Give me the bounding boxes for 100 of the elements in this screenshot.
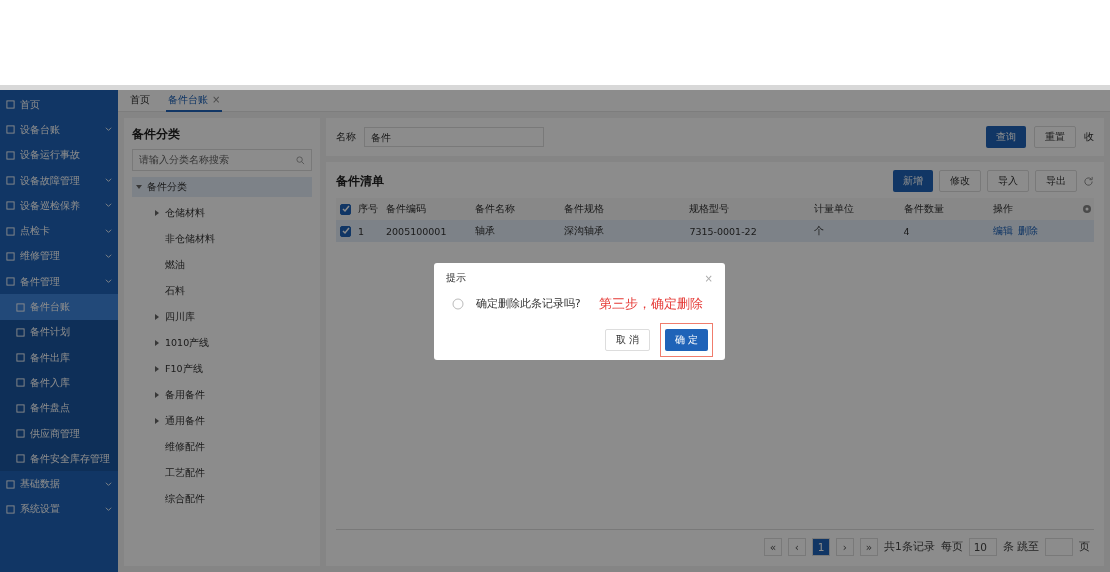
toolbar-button[interactable]: 新增: [893, 170, 933, 192]
sidebar-subitem[interactable]: 供应商管理: [0, 420, 118, 447]
table-cell: 个: [810, 220, 900, 242]
tree-item[interactable]: 非仓储材料: [132, 229, 312, 249]
sidebar-item[interactable]: 设备故障管理: [0, 167, 118, 194]
menu-item-icon: [16, 353, 25, 363]
menu-item-icon: [6, 100, 15, 110]
column-header: 备件名称: [471, 198, 561, 220]
cancel-button[interactable]: 取 消: [604, 329, 650, 351]
checkbox[interactable]: [340, 203, 351, 215]
table-cell: 4: [899, 220, 989, 242]
sidebar-subitem[interactable]: 备件计划: [0, 319, 118, 345]
menu-item-icon: [6, 277, 15, 287]
column-header: 备件编码: [382, 198, 472, 220]
sidebar-item[interactable]: 点检卡: [0, 218, 118, 244]
table-cell: 7315-0001-22: [685, 220, 811, 242]
menu-item-icon: [16, 327, 25, 337]
last-page-button[interactable]: »: [859, 538, 878, 556]
sidebar-item[interactable]: 系统设置: [0, 496, 118, 523]
action-link[interactable]: 删除: [1017, 224, 1038, 238]
checkbox[interactable]: [340, 225, 351, 237]
sidebar-item[interactable]: 基础数据: [0, 471, 118, 497]
tree-item[interactable]: 仓储材料: [132, 203, 312, 223]
tree-item[interactable]: F10产线: [132, 359, 312, 379]
next-page-button[interactable]: ›: [835, 538, 854, 556]
filter-button[interactable]: 查询: [986, 126, 1026, 148]
toolbar-button[interactable]: 导入: [987, 170, 1029, 192]
field-label: 名称: [336, 130, 356, 144]
menu-item-icon: [6, 201, 15, 211]
tab[interactable]: 备件台账 ×: [166, 89, 223, 112]
tree-item[interactable]: 备件分类: [132, 177, 312, 197]
menu-item-icon: [16, 378, 25, 388]
column-header: 备件数量: [899, 198, 989, 220]
panel-title: 备件分类: [132, 126, 181, 143]
tree-item[interactable]: 综合配件: [132, 489, 312, 509]
menu-item-icon: [16, 429, 25, 438]
confirm-button[interactable]: 确 定: [664, 329, 708, 351]
column-header: 序号: [354, 198, 382, 220]
menu-item-icon: [16, 302, 25, 312]
name-field[interactable]: 备件: [364, 127, 544, 147]
close-button[interactable]: ×: [704, 272, 713, 284]
tree-item[interactable]: 四川库: [132, 307, 312, 327]
tree-item[interactable]: 石料: [132, 281, 312, 301]
search-field[interactable]: 请输入分类名称搜索: [132, 149, 312, 171]
table-cell: 深沟轴承: [560, 220, 686, 242]
column-header: 操作: [988, 198, 1078, 220]
annotation-text: 第三步，确定删除: [599, 295, 703, 313]
tree-item[interactable]: 1010产线: [132, 333, 312, 353]
tree-item[interactable]: 通用备件: [132, 411, 312, 431]
tree-item[interactable]: 工艺配件: [132, 463, 312, 483]
column-header: 规格型号: [685, 198, 811, 220]
page-size-field[interactable]: 10: [968, 538, 997, 556]
jump-label: 条 跳至: [1002, 540, 1039, 554]
tree-item[interactable]: 备用备件: [132, 385, 312, 405]
page-button[interactable]: 1: [811, 538, 830, 556]
menu-item-icon: [6, 479, 15, 489]
collapse-link[interactable]: 收: [1084, 130, 1094, 144]
dialog-title: 提示: [446, 271, 466, 285]
sidebar-item[interactable]: 首页: [0, 92, 118, 118]
toolbar-button[interactable]: 修改: [939, 170, 981, 192]
table-cell: 轴承: [471, 220, 561, 242]
close-tab-button[interactable]: ×: [212, 93, 221, 105]
menu-item-icon: [6, 176, 15, 186]
dialog-message: 确定删除此条记录吗?: [476, 297, 581, 311]
tree-item[interactable]: 燃油: [132, 255, 312, 275]
tree-item[interactable]: 维修配件: [132, 437, 312, 457]
total-count: 共1条记录: [883, 540, 935, 554]
menu-item-icon: [6, 150, 15, 160]
sidebar-subitem[interactable]: 备件出库: [0, 344, 118, 371]
prev-page-button[interactable]: ‹: [787, 538, 806, 556]
menu-item-icon: [16, 403, 25, 413]
warning-icon: [452, 298, 464, 310]
search-icon: [296, 155, 305, 165]
column-header: 备件规格: [560, 198, 686, 220]
menu-item-icon: [6, 125, 15, 135]
sidebar-item[interactable]: 设备巡检保养: [0, 193, 118, 219]
tab[interactable]: 首页: [128, 89, 152, 112]
menu-item-icon: [6, 504, 15, 514]
refresh-icon[interactable]: [1083, 175, 1094, 187]
first-page-button[interactable]: «: [763, 538, 782, 556]
sidebar-item[interactable]: 设备台账: [0, 117, 118, 143]
settings-icon[interactable]: [1082, 204, 1092, 214]
table-title: 备件清单: [336, 172, 384, 190]
table-cell: 2005100001: [382, 220, 472, 242]
page-suffix: 页: [1079, 540, 1090, 554]
menu-item-icon: [6, 251, 15, 261]
sidebar-subitem[interactable]: 备件盘点: [0, 395, 118, 421]
column-header: 计量单位: [810, 198, 900, 220]
sidebar-item[interactable]: 维修管理: [0, 243, 118, 270]
sidebar-item[interactable]: 设备运行事故: [0, 142, 118, 168]
per-page-label: 每页: [940, 540, 963, 554]
action-link[interactable]: 编辑: [992, 224, 1013, 238]
sidebar-subitem[interactable]: 备件安全库存管理: [0, 446, 118, 472]
toolbar-button[interactable]: 导出: [1035, 170, 1077, 192]
sidebar-subitem[interactable]: 备件台账: [0, 294, 118, 320]
menu-item-icon: [16, 454, 25, 464]
menu-item-icon: [6, 226, 15, 236]
filter-button[interactable]: 重置: [1034, 126, 1076, 148]
table-cell: 1: [354, 220, 382, 242]
sidebar-subitem[interactable]: 备件入库: [0, 370, 118, 396]
